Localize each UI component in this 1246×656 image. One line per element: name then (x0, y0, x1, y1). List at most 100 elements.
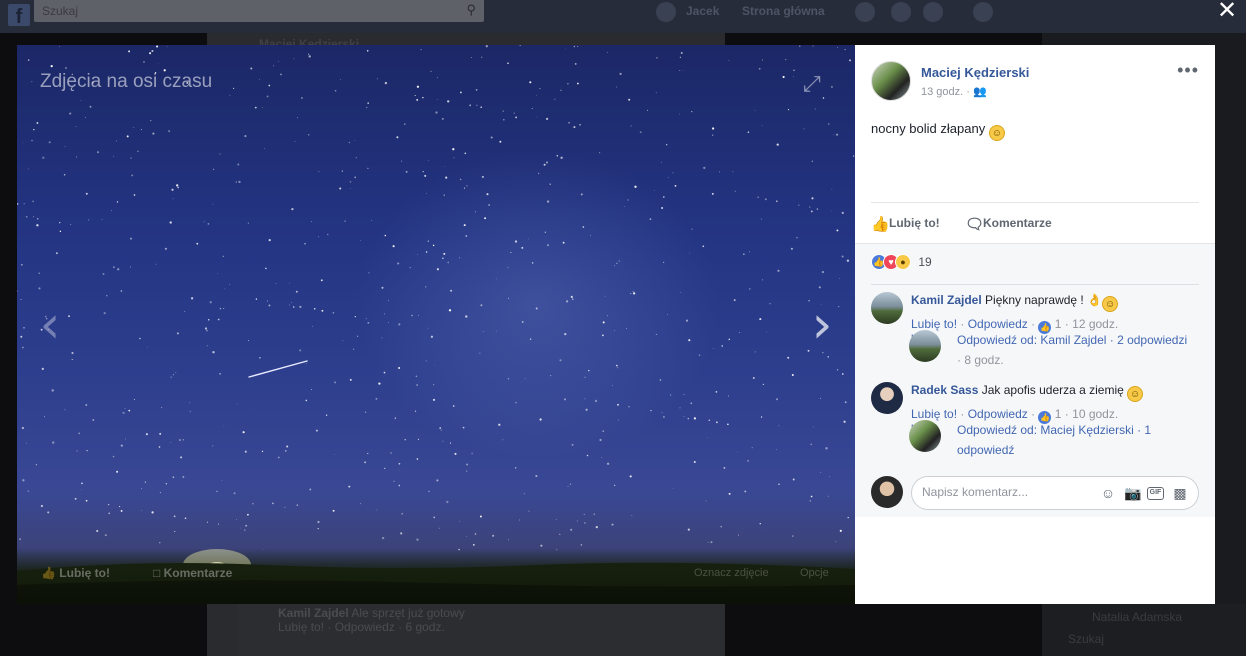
star (416, 85, 420, 88)
star (334, 453, 335, 455)
sticker-icon[interactable]: ▩ (1172, 485, 1188, 501)
star (296, 504, 298, 506)
star (86, 449, 88, 452)
star (602, 430, 604, 432)
replies-link[interactable]: ↳ Odpowiedź od: Maciej Kędzierski · 1 od… (909, 420, 1199, 464)
star (568, 121, 571, 124)
star (81, 489, 83, 491)
star (472, 544, 475, 546)
tag-photo-button[interactable]: Oznacz zdjęcie (694, 567, 769, 579)
star (55, 252, 58, 255)
star (131, 174, 134, 177)
comment-like-count[interactable]: 1 (1055, 317, 1062, 331)
emoji-icon[interactable]: ☺ (1100, 485, 1116, 501)
replies-link[interactable]: ↳ Odpowiedź od: Kamil Zajdel · 2 odpowie… (909, 330, 1199, 374)
star (841, 211, 844, 215)
comment-reply-link[interactable]: Odpowiedz (968, 407, 1028, 421)
star (838, 277, 840, 279)
star (452, 148, 455, 151)
star (332, 509, 335, 512)
star (20, 299, 22, 301)
star (543, 163, 546, 166)
star (398, 323, 401, 326)
star (207, 223, 210, 225)
photo-like-button[interactable]: 👍 Lubię to! (41, 566, 110, 580)
star (812, 426, 814, 428)
next-photo-button[interactable]: › (807, 299, 837, 351)
author-name[interactable]: Maciej Kędzierski (921, 65, 1029, 80)
star (161, 407, 163, 409)
star (401, 160, 403, 162)
reply-summary[interactable]: Odpowiedź od: Maciej Kędzierski · 1 odpo… (957, 423, 1151, 457)
comment-like-link[interactable]: Lubię to! (911, 407, 957, 421)
reply-summary[interactable]: Odpowiedź od: Kamil Zajdel · 2 odpowiedz… (957, 333, 1187, 347)
post-time[interactable]: 13 godz. (921, 86, 963, 98)
comment-reply-link[interactable]: Odpowiedz (968, 317, 1028, 331)
star (151, 49, 154, 53)
star (236, 403, 238, 405)
comment-time[interactable]: 10 godz. (1072, 407, 1118, 421)
comment-like-link[interactable]: Lubię to! (911, 317, 957, 331)
reaction-count[interactable]: 19 (918, 255, 931, 269)
reactions-summary[interactable]: 👍 ♥ ● 19 (871, 254, 932, 272)
star (168, 130, 171, 133)
star (567, 485, 569, 487)
comment-author[interactable]: Radek Sass (911, 383, 978, 397)
background-comment-time: 6 godz. (405, 620, 445, 634)
star (229, 284, 230, 285)
star (254, 106, 257, 109)
star (420, 49, 422, 51)
star (443, 194, 445, 196)
star (829, 476, 830, 477)
more-options-icon[interactable]: ••• (1177, 61, 1199, 79)
photo-comment-button[interactable]: □ Komentarze (153, 566, 232, 580)
star (515, 401, 517, 404)
star (21, 264, 23, 266)
comment-like-count[interactable]: 1 (1055, 407, 1062, 421)
commenter-avatar[interactable] (871, 382, 903, 414)
star (790, 247, 793, 250)
background-comment-like: Lubię to! (278, 620, 325, 634)
star (357, 335, 359, 337)
star (427, 240, 429, 242)
star (720, 526, 722, 528)
comment-input[interactable] (922, 485, 1102, 499)
star (515, 116, 518, 119)
star (693, 417, 697, 420)
author-avatar[interactable] (871, 61, 911, 101)
star (573, 126, 576, 129)
facebook-logo-icon[interactable]: f (8, 4, 30, 28)
star (112, 455, 115, 458)
star (367, 167, 369, 170)
star (481, 175, 484, 178)
camera-icon[interactable]: 📷 (1124, 485, 1141, 501)
star (446, 500, 449, 504)
commenter-avatar[interactable] (871, 292, 903, 324)
star (425, 360, 427, 362)
star (409, 266, 411, 269)
help-icon (973, 2, 993, 22)
like-button[interactable]: 👍Lubię to! (871, 215, 940, 233)
comment-input-wrapper[interactable]: ☺ 📷 GIF ▩ (911, 476, 1199, 510)
star (116, 470, 119, 473)
star (590, 235, 592, 237)
gif-icon[interactable]: GIF (1147, 487, 1164, 500)
close-button[interactable]: ✕ (1216, 0, 1238, 23)
fullscreen-icon[interactable]: ⤢ (803, 73, 825, 95)
star (35, 464, 37, 466)
star (474, 211, 476, 213)
notifications-icon (923, 2, 943, 22)
comment-button[interactable]: 🗨Komentarze (965, 215, 1052, 233)
comment-time[interactable]: 12 godz. (1072, 317, 1118, 331)
star (812, 45, 814, 47)
star (647, 109, 648, 111)
star (237, 163, 240, 166)
comment-author[interactable]: Kamil Zajdel (911, 293, 982, 307)
star (141, 510, 142, 511)
photo-stage[interactable]: Zdjęcia na osi czasu ⤢ ‹ › 👍 Lubię to! □… (17, 45, 855, 604)
star (309, 488, 312, 491)
star (21, 426, 25, 430)
star (629, 475, 632, 478)
previous-photo-button[interactable]: ‹ (35, 299, 65, 351)
options-button[interactable]: Opcje (800, 567, 829, 579)
